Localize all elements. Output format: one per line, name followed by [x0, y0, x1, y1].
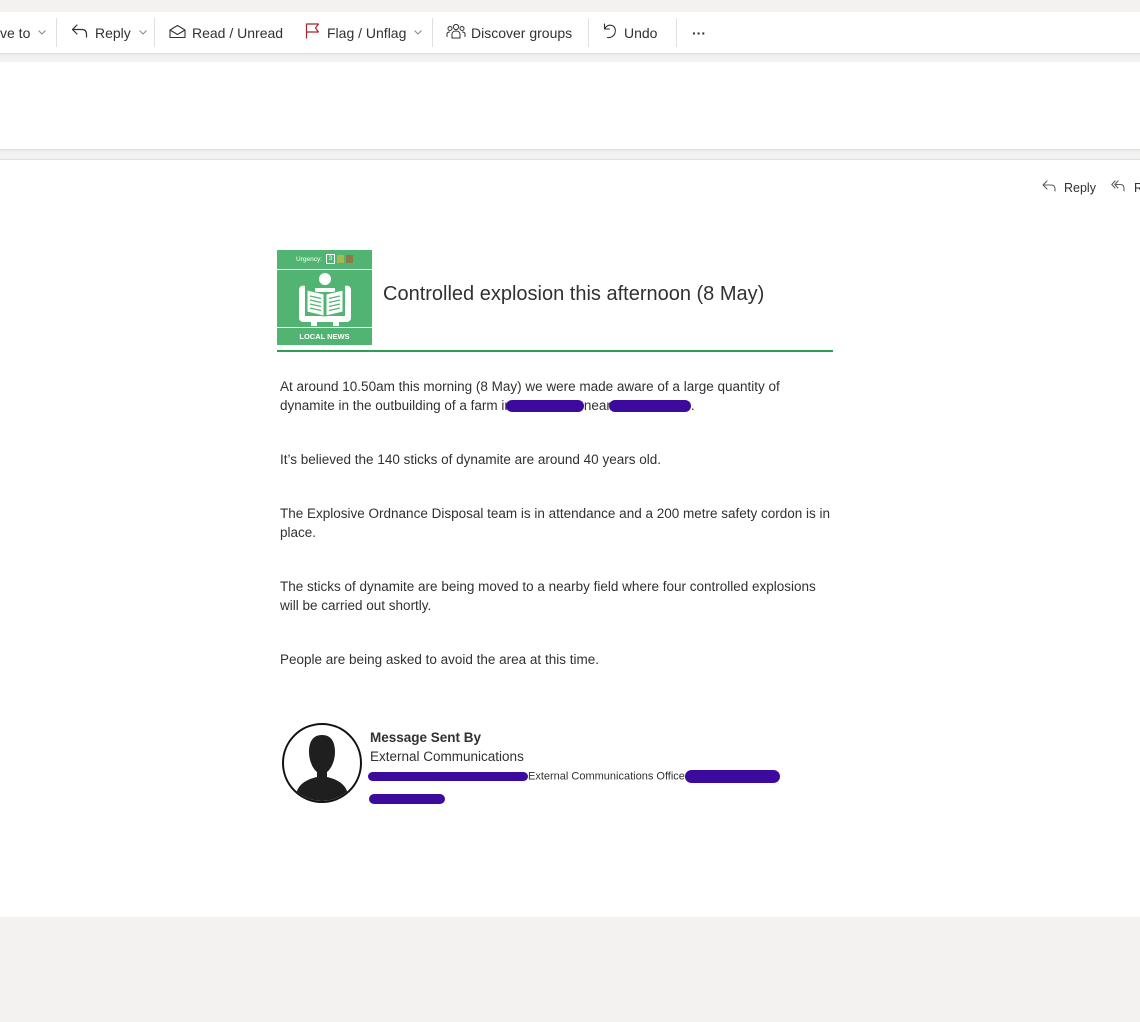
discover-groups-label: Discover groups — [471, 24, 573, 41]
reading-pane-reply-button[interactable]: Reply — [1042, 180, 1096, 195]
chevron-down-icon[interactable] — [38, 30, 47, 35]
move-to-label: ve to — [0, 24, 31, 41]
move-to-button[interactable]: ve to — [0, 12, 47, 53]
chevron-down-icon[interactable] — [138, 30, 147, 35]
flag-unflag-label: Flag / Unflag — [327, 24, 407, 41]
reply-label: Reply — [95, 24, 131, 41]
urgency-label: Urgency: — [295, 255, 322, 263]
read-unread-label: Read / Unread — [192, 24, 284, 41]
urgency-level-box — [337, 255, 344, 263]
signature-role-line: External Communications Officer — [368, 770, 780, 783]
reading-pane: Reply R Urgency: 3 LOCAL NEWS Controlled… — [0, 159, 1140, 918]
signature-redaction — [369, 790, 445, 808]
paragraph-text: . — [690, 398, 695, 413]
top-strip — [0, 0, 1140, 12]
redaction-mark — [684, 770, 780, 783]
reading-pane-reply-all-label: R — [1134, 180, 1140, 195]
email-headline: Controlled explosion this afternoon (8 M… — [383, 283, 765, 305]
more-options-button[interactable]: ··· — [692, 12, 706, 53]
redaction-mark — [608, 400, 691, 413]
read-unread-button[interactable]: Read / Unread — [169, 12, 283, 53]
urgency-level-box — [346, 255, 353, 263]
redaction-mark — [505, 400, 584, 413]
logo-caption: LOCAL NEWS — [299, 332, 350, 341]
body-paragraph: The Explosive Ordnance Disposal team is … — [280, 506, 831, 540]
reply-button[interactable]: Reply — [71, 12, 147, 53]
newspaper-reader-icon — [295, 272, 355, 331]
discover-groups-button[interactable]: Discover groups — [446, 12, 572, 53]
people-icon — [446, 23, 466, 42]
paragraph-text: near — [583, 398, 611, 413]
envelope-open-icon — [169, 24, 186, 42]
toolbar-divider — [56, 18, 57, 47]
command-toolbar: ve to Reply Read / Unread Flag / Unflag — [0, 12, 1140, 54]
avatar-silhouette-icon — [284, 735, 360, 801]
redaction-mark — [369, 793, 445, 804]
bottom-background — [0, 917, 1140, 1022]
reading-pane-reply-all-button[interactable]: R — [1111, 180, 1140, 195]
local-news-logo: Urgency: 3 LOCAL NEWS — [277, 250, 372, 345]
flag-icon — [305, 23, 320, 42]
flag-unflag-button[interactable]: Flag / Unflag — [305, 12, 423, 53]
urgency-indicator: Urgency: 3 — [277, 250, 372, 268]
signature-heading: Message Sent By — [370, 730, 482, 745]
body-paragraph: People are being asked to avoid the area… — [280, 652, 599, 667]
toolbar-divider — [432, 18, 433, 47]
undo-button[interactable]: Undo — [603, 12, 657, 53]
reply-icon — [71, 24, 88, 41]
more-icon: ··· — [692, 24, 706, 41]
signature-role: External Communications Officer — [528, 770, 689, 783]
signature-department: External Communications — [370, 749, 524, 764]
reply-icon — [1042, 180, 1056, 195]
logo-divider — [277, 269, 372, 270]
body-paragraph: It’s believed the 140 sticks of dynamite… — [280, 452, 661, 467]
chevron-down-icon[interactable] — [414, 30, 423, 35]
undo-label: Undo — [624, 24, 658, 41]
urgency-level-box: 3 — [326, 254, 335, 264]
avatar — [282, 723, 362, 803]
reading-pane-reply-label: Reply — [1064, 180, 1096, 195]
headline-rule — [277, 350, 833, 352]
undo-icon — [603, 23, 617, 42]
toolbar-divider — [676, 18, 677, 47]
reply-all-icon — [1111, 180, 1125, 195]
body-paragraph: The sticks of dynamite are being moved t… — [280, 579, 816, 613]
message-header-pane — [0, 62, 1140, 150]
toolbar-divider — [588, 18, 589, 47]
toolbar-divider — [154, 18, 155, 47]
body-paragraph: At around 10.50am this morning (8 May) w… — [280, 377, 832, 415]
redaction-mark — [368, 772, 528, 781]
